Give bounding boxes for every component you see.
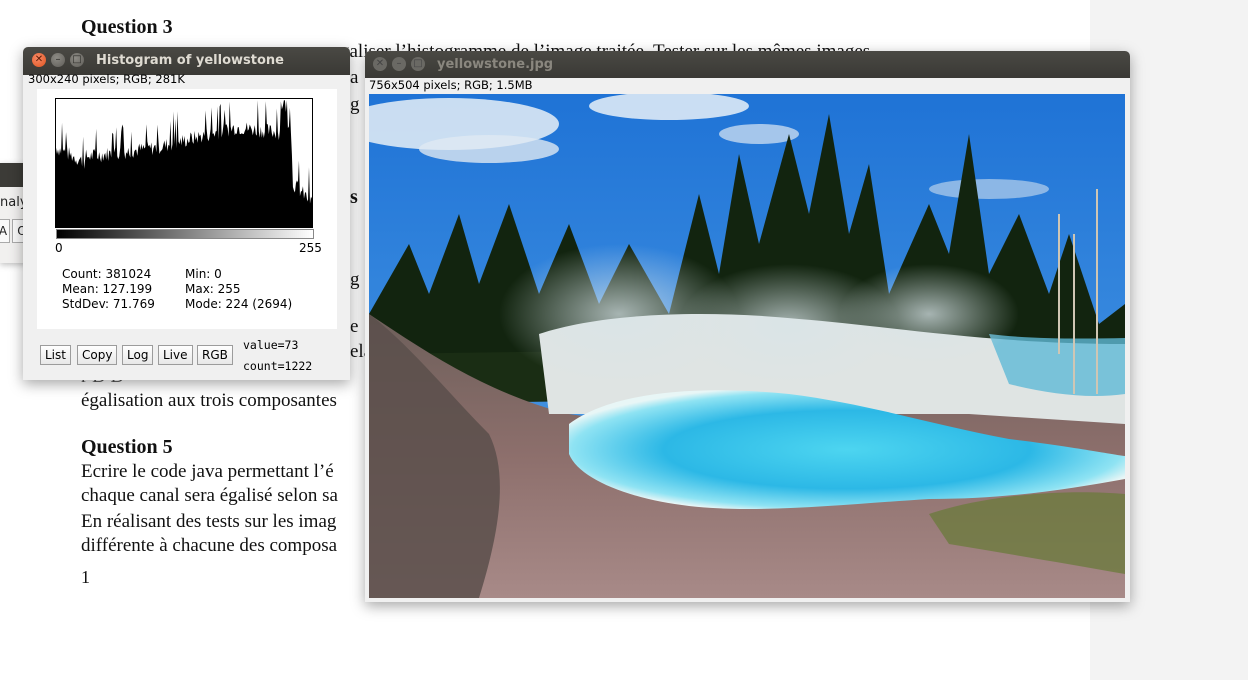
stat-mode: Mode: 224 (2694) bbox=[185, 297, 293, 311]
maximize-icon[interactable]: □ bbox=[70, 53, 84, 67]
question3-heading: Question 3 bbox=[81, 16, 173, 38]
image-canvas[interactable] bbox=[369, 94, 1125, 598]
histogram-window[interactable]: ✕ – □ Histogram of yellowstone 300x240 p… bbox=[23, 47, 350, 380]
image-window[interactable]: ✕ – □ yellowstone.jpg 756x504 pixels; RG… bbox=[365, 51, 1130, 602]
image-titlebar[interactable]: ✕ – □ yellowstone.jpg bbox=[365, 51, 1130, 78]
histogram-panel: 0 255 Count: 381024 Mean: 127.199 StdDev… bbox=[37, 89, 337, 329]
histogram-plot[interactable] bbox=[55, 98, 313, 228]
yellowstone-image bbox=[369, 94, 1125, 598]
stat-count: Count: 381024 bbox=[62, 267, 152, 281]
histogram-info: 300x240 pixels; RGB; 281K bbox=[28, 72, 185, 86]
close-icon[interactable]: ✕ bbox=[373, 57, 387, 71]
value-readout: value=73 bbox=[243, 338, 299, 352]
question5-line: Ecrire le code java permettant l’é bbox=[81, 461, 334, 482]
close-icon[interactable]: ✕ bbox=[32, 53, 46, 67]
doc-fragment: s bbox=[350, 186, 358, 208]
count-readout: count=1222 bbox=[243, 359, 313, 373]
partial-window-button[interactable]: A bbox=[0, 219, 10, 243]
page-number: 1 bbox=[81, 567, 90, 587]
doc-fragment: g bbox=[350, 94, 360, 115]
maximize-icon[interactable]: □ bbox=[411, 57, 425, 71]
minimize-icon[interactable]: – bbox=[392, 57, 406, 71]
live-button[interactable]: Live bbox=[158, 345, 193, 365]
doc-line: égalisation aux trois composantes bbox=[81, 390, 337, 411]
axis-min-label: 0 bbox=[55, 241, 63, 255]
list-button[interactable]: List bbox=[40, 345, 71, 365]
stat-stddev: StdDev: 71.769 bbox=[62, 297, 155, 311]
stat-mean: Mean: 127.199 bbox=[62, 282, 153, 296]
intensity-gradient-bar bbox=[56, 229, 314, 239]
histogram-title: Histogram of yellowstone bbox=[96, 53, 284, 68]
stat-min: Min: 0 bbox=[185, 267, 222, 281]
minimize-icon[interactable]: – bbox=[51, 53, 65, 67]
question5-heading: Question 5 bbox=[81, 436, 173, 458]
doc-fragment: g bbox=[350, 269, 360, 290]
question5-line: différente à chacune des composa bbox=[81, 535, 338, 556]
doc-fragment: a bbox=[350, 67, 359, 88]
rgb-button[interactable]: RGB bbox=[197, 345, 233, 365]
stat-max: Max: 255 bbox=[185, 282, 241, 296]
copy-button[interactable]: Copy bbox=[77, 345, 118, 365]
question5-line: En réalisant des tests sur les imag bbox=[81, 511, 337, 532]
log-button[interactable]: Log bbox=[122, 345, 154, 365]
axis-max-label: 255 bbox=[299, 241, 322, 255]
question5-line: chaque canal sera égalisé selon sa bbox=[81, 485, 338, 506]
image-title: yellowstone.jpg bbox=[437, 57, 554, 72]
doc-fragment: e bbox=[350, 316, 359, 337]
image-info: 756x504 pixels; RGB; 1.5MB bbox=[369, 78, 533, 92]
histogram-titlebar[interactable]: ✕ – □ Histogram of yellowstone bbox=[23, 47, 350, 75]
